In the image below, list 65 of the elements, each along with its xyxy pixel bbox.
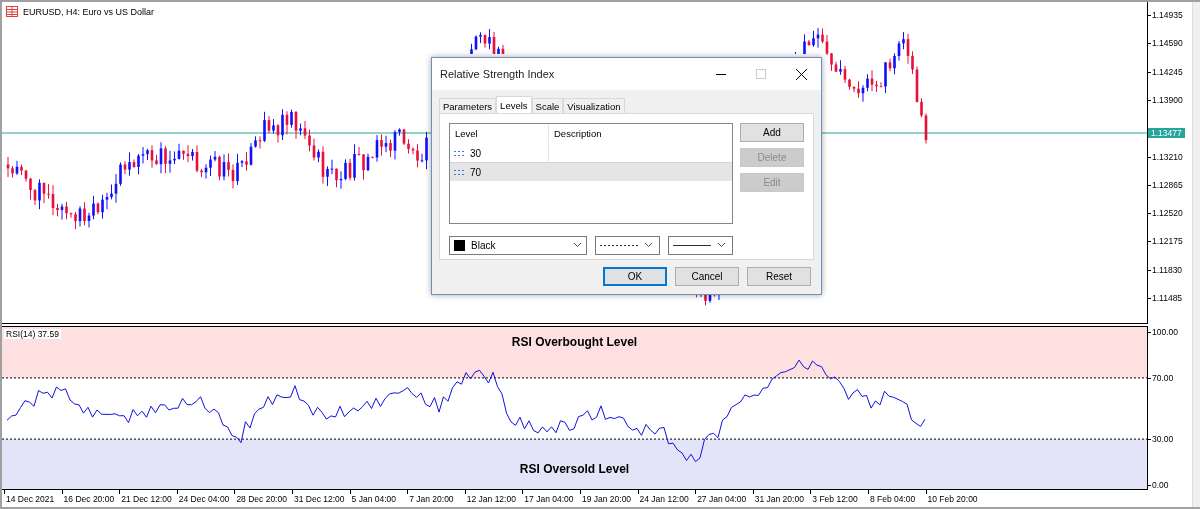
time-label: 19 Jan 20:00 [581, 494, 632, 504]
tab[interactable]: Scale [531, 98, 564, 113]
time-label: 31 Dec 12:00 [293, 494, 345, 504]
rsi-scale-label: 0.00 [1152, 480, 1169, 490]
time-label: 5 Jan 04:00 [351, 494, 396, 504]
dialog-button[interactable]: OK [603, 267, 667, 286]
column-header[interactable]: Level [450, 128, 548, 139]
price-label: 1.11485 [1152, 293, 1183, 303]
line-width-select[interactable] [668, 235, 733, 255]
dialog-button[interactable]: Cancel [675, 267, 739, 286]
time-label: 12 Jan 12:00 [466, 494, 516, 504]
rsi-scale-label: 30.00 [1152, 434, 1174, 444]
level-value: 30 [470, 147, 482, 159]
close-icon [795, 68, 807, 80]
dashed-line-icon [454, 149, 466, 157]
indicator-label: RSI(14) 37.59 [4, 329, 61, 339]
price-label: 1.12520 [1152, 208, 1183, 219]
time-label: 28 Dec 20:00 [236, 494, 287, 504]
dashed-line-icon [600, 243, 638, 247]
time-label: 3 Feb 12:00 [812, 494, 858, 504]
dashed-line-icon [454, 168, 466, 176]
column-header[interactable]: Description [549, 128, 602, 139]
price-label: 1.14590 [1152, 38, 1183, 49]
solid-line-icon [673, 243, 711, 247]
time-label: 24 Jan 12:00 [639, 494, 689, 504]
caret-icon [717, 242, 726, 248]
time-label: 7 Jan 20:00 [409, 494, 454, 504]
time-label: 21 Dec 12:00 [121, 494, 172, 504]
time-label: 10 Feb 20:00 [927, 494, 978, 504]
chart-title: EURUSD, H4: Euro vs US Dollar [23, 6, 155, 17]
color-swatch [454, 239, 465, 251]
time-label: 8 Feb 04:00 [869, 494, 916, 504]
window-title: Relative Strength Index [440, 68, 556, 80]
price-label: 1.13210 [1152, 151, 1183, 162]
zone-label: RSI Oversold Level [519, 462, 630, 476]
price-label: 1.13900 [1152, 94, 1183, 105]
current-price-tag: 1.13477 [1148, 128, 1185, 138]
chart-window-icon [6, 6, 18, 17]
tab[interactable]: Visualization [563, 98, 625, 113]
action-button[interactable]: Add [740, 123, 804, 142]
price-label: 1.12865 [1152, 179, 1183, 190]
caret-icon [573, 242, 582, 248]
time-label: 14 Dec 2021 [6, 494, 55, 504]
price-label: 1.14245 [1152, 66, 1183, 77]
rsi-scale-label: 70.00 [1152, 373, 1174, 383]
list-row[interactable]: 70 [450, 162, 732, 181]
time-label: 27 Jan 04:00 [697, 494, 747, 504]
tab[interactable]: Parameters [439, 98, 497, 113]
dialog-button[interactable]: Reset [747, 267, 811, 286]
time-label: 24 Dec 04:00 [178, 494, 230, 504]
price-label: 1.12175 [1152, 236, 1183, 247]
price-label: 1.11830 [1152, 264, 1183, 275]
rsi-scale-label: 100.00 [1152, 327, 1178, 337]
price-label: 1.14935 [1152, 10, 1183, 20]
color-select[interactable]: Black [449, 235, 587, 255]
time-label: 17 Jan 04:00 [524, 494, 574, 504]
minimize-icon [716, 73, 726, 75]
level-value: 70 [470, 166, 482, 178]
line-style-select[interactable] [595, 235, 660, 255]
tab[interactable]: Levels [496, 96, 532, 114]
maximize-icon [756, 69, 766, 79]
zone-label: RSI Overbought Level [511, 335, 638, 349]
caret-icon [644, 242, 653, 248]
time-label: 31 Jan 20:00 [754, 494, 804, 504]
time-label: 16 Dec 20:00 [63, 494, 115, 504]
